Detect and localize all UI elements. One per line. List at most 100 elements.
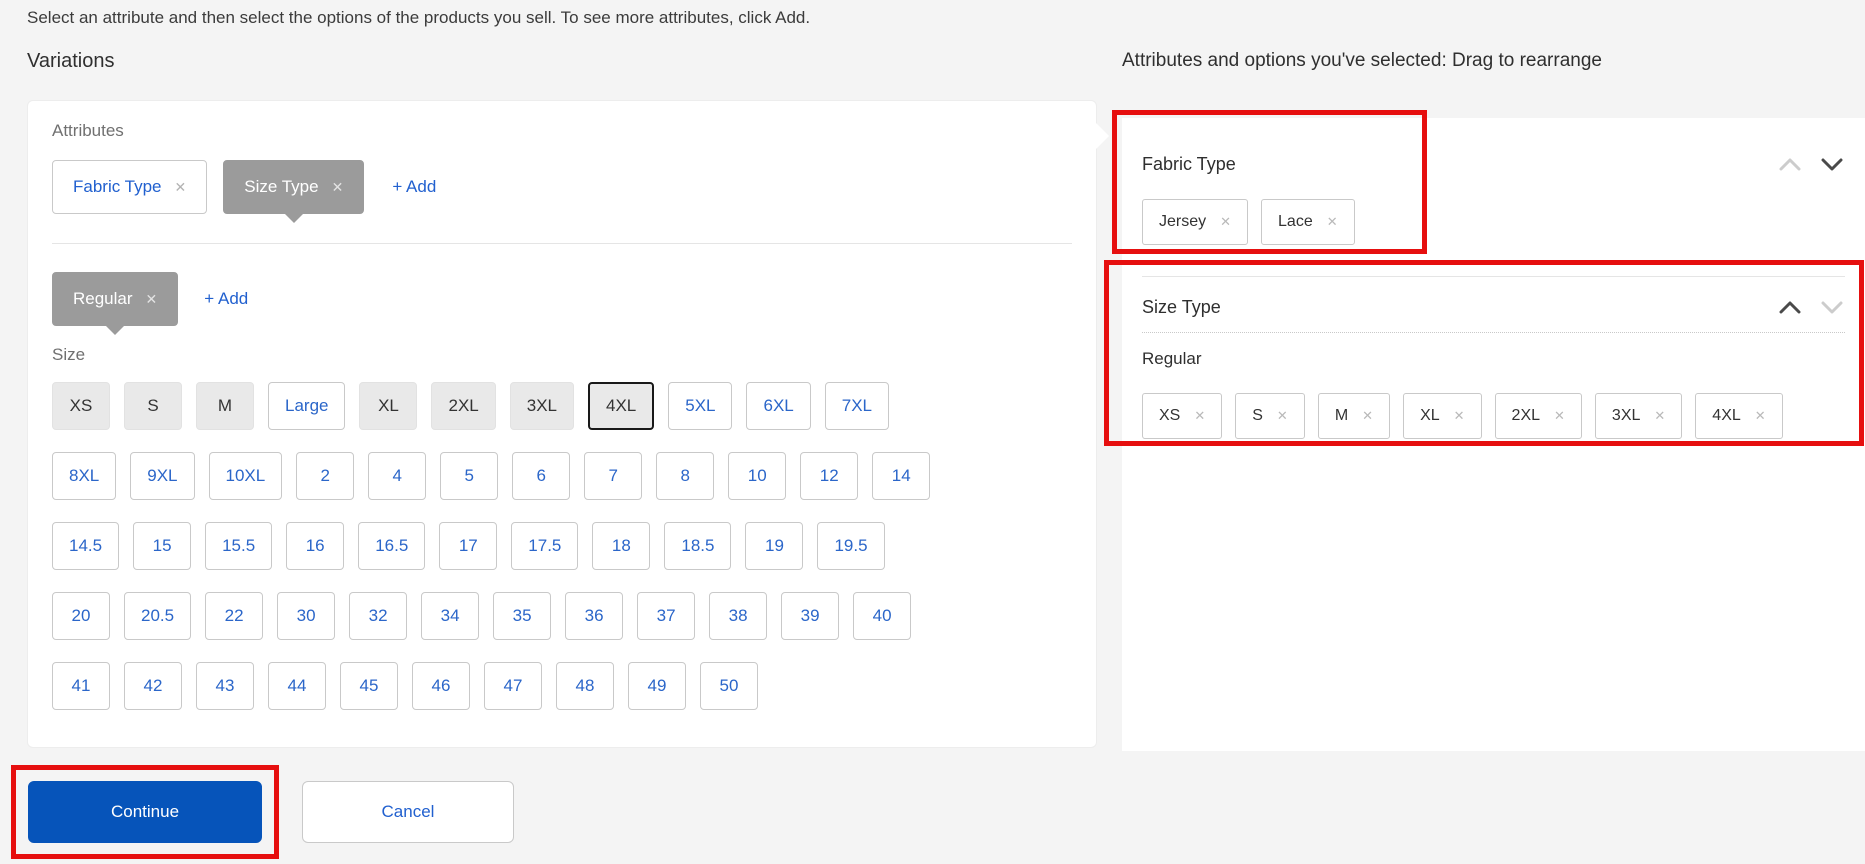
option-label: M <box>1334 407 1349 424</box>
size-row-1: XS S M Large XL 2XL 3XL 4XL 5XL 6XL 7XL <box>52 382 1072 430</box>
size-option-7[interactable]: 7 <box>584 452 643 500</box>
size-option-16[interactable]: 16 <box>286 522 345 570</box>
size-option-32[interactable]: 32 <box>349 592 408 640</box>
continue-button[interactable]: Continue <box>28 781 262 843</box>
size-option-6xl[interactable]: 6XL <box>746 382 811 430</box>
size-option-s[interactable]: S <box>124 382 182 430</box>
size-option-18.5[interactable]: 18.5 <box>664 522 732 570</box>
size-option-41[interactable]: 41 <box>52 662 110 710</box>
size-option-48[interactable]: 48 <box>556 662 614 710</box>
size-option-15[interactable]: 15 <box>133 522 192 570</box>
size-option-34[interactable]: 34 <box>421 592 480 640</box>
size-option-large[interactable]: Large <box>268 382 346 430</box>
size-option-50[interactable]: 50 <box>700 662 758 710</box>
selected-option-3xl[interactable]: 3XL ✕ <box>1594 393 1683 439</box>
option-label: 4XL <box>1712 407 1741 424</box>
size-option-15.5[interactable]: 15.5 <box>205 522 273 570</box>
size-option-19.5[interactable]: 19.5 <box>817 522 885 570</box>
size-option-37[interactable]: 37 <box>637 592 696 640</box>
option-label: 2XL <box>1511 407 1541 424</box>
section-divider <box>1142 276 1845 277</box>
remove-icon[interactable]: ✕ <box>332 179 344 196</box>
size-option-45[interactable]: 45 <box>340 662 398 710</box>
add-size-type-link[interactable]: + Add <box>204 289 248 309</box>
size-option-20[interactable]: 20 <box>52 592 110 640</box>
section-title: Size Type <box>1142 297 1221 317</box>
move-down-icon[interactable] <box>1819 298 1845 317</box>
selected-section-fabric-type: Fabric Type Jersey ✕ Lace ✕ <box>1142 154 1845 245</box>
size-option-10xl[interactable]: 10XL <box>208 452 283 500</box>
size-option-19[interactable]: 19 <box>745 522 804 570</box>
size-option-47[interactable]: 47 <box>484 662 542 710</box>
move-up-icon[interactable] <box>1777 298 1803 317</box>
size-option-2[interactable]: 2 <box>296 452 355 500</box>
size-option-6[interactable]: 6 <box>512 452 571 500</box>
remove-icon[interactable]: ✕ <box>146 291 158 308</box>
remove-icon[interactable]: ✕ <box>175 179 187 196</box>
attribute-size-type-chip[interactable]: Size Type ✕ <box>223 160 365 214</box>
size-option-xl[interactable]: XL <box>359 382 418 430</box>
size-option-43[interactable]: 43 <box>196 662 254 710</box>
size-option-xs[interactable]: XS <box>52 382 110 430</box>
remove-icon[interactable]: ✕ <box>1327 214 1338 230</box>
size-option-2xl[interactable]: 2XL <box>431 382 496 430</box>
remove-icon[interactable]: ✕ <box>1220 214 1231 230</box>
size-option-46[interactable]: 46 <box>412 662 470 710</box>
size-option-8xl[interactable]: 8XL <box>52 452 117 500</box>
variations-card: Attributes Fabric Type ✕ Size Type ✕ + Add … <box>27 100 1109 748</box>
remove-icon[interactable]: ✕ <box>1454 408 1465 424</box>
size-option-20.5[interactable]: 20.5 <box>124 592 192 640</box>
selected-option-xl[interactable]: XL ✕ <box>1403 393 1482 439</box>
attribute-fabric-type-chip[interactable]: Fabric Type ✕ <box>52 160 208 214</box>
size-option-30[interactable]: 30 <box>277 592 336 640</box>
selected-option-s[interactable]: S ✕ <box>1235 393 1305 439</box>
size-option-18[interactable]: 18 <box>592 522 651 570</box>
remove-icon[interactable]: ✕ <box>1194 408 1205 424</box>
size-type-regular-chip[interactable]: Regular ✕ <box>52 272 179 326</box>
size-option-22[interactable]: 22 <box>205 592 264 640</box>
size-option-9xl[interactable]: 9XL <box>130 452 195 500</box>
footer-actions: Continue Cancel <box>11 765 514 859</box>
add-attribute-link[interactable]: + Add <box>392 177 436 197</box>
size-option-14.5[interactable]: 14.5 <box>52 522 120 570</box>
selected-option-xs[interactable]: XS ✕ <box>1142 393 1223 439</box>
direct-options-row: Jersey ✕ Lace ✕ <box>1142 199 1845 245</box>
annotation-box-continue: Continue <box>11 765 279 859</box>
cancel-button[interactable]: Cancel <box>302 781 514 843</box>
size-option-38[interactable]: 38 <box>709 592 768 640</box>
size-option-42[interactable]: 42 <box>124 662 182 710</box>
size-option-8[interactable]: 8 <box>656 452 715 500</box>
size-option-10[interactable]: 10 <box>728 452 787 500</box>
selected-option-4xl[interactable]: 4XL ✕ <box>1695 393 1783 439</box>
size-option-39[interactable]: 39 <box>781 592 840 640</box>
remove-icon[interactable]: ✕ <box>1755 408 1766 424</box>
size-option-14[interactable]: 14 <box>872 452 931 500</box>
remove-icon[interactable]: ✕ <box>1362 408 1373 424</box>
size-option-4xl[interactable]: 4XL <box>587 382 655 430</box>
move-down-icon[interactable] <box>1819 155 1845 174</box>
size-option-5[interactable]: 5 <box>440 452 499 500</box>
size-option-44[interactable]: 44 <box>268 662 326 710</box>
move-up-icon[interactable] <box>1777 155 1803 174</box>
remove-icon[interactable]: ✕ <box>1277 408 1288 424</box>
size-option-49[interactable]: 49 <box>628 662 686 710</box>
size-option-35[interactable]: 35 <box>493 592 552 640</box>
remove-icon[interactable]: ✕ <box>1654 408 1665 424</box>
size-option-17.5[interactable]: 17.5 <box>511 522 579 570</box>
selected-option-jersey[interactable]: Jersey ✕ <box>1142 199 1249 245</box>
size-option-36[interactable]: 36 <box>565 592 624 640</box>
size-option-7xl[interactable]: 7XL <box>824 382 889 430</box>
remove-icon[interactable]: ✕ <box>1554 408 1565 424</box>
size-option-m[interactable]: M <box>196 382 254 430</box>
size-option-17[interactable]: 17 <box>439 522 498 570</box>
variations-editor-page: Select an attribute and then select the … <box>0 0 1865 864</box>
size-option-16.5[interactable]: 16.5 <box>358 522 426 570</box>
size-option-40[interactable]: 40 <box>853 592 912 640</box>
selected-option-2xl[interactable]: 2XL ✕ <box>1494 393 1582 439</box>
size-option-3xl[interactable]: 3XL <box>509 382 574 430</box>
selected-option-m[interactable]: M ✕ <box>1317 393 1391 439</box>
size-option-5xl[interactable]: 5XL <box>668 382 733 430</box>
size-option-12[interactable]: 12 <box>800 452 859 500</box>
size-option-4[interactable]: 4 <box>368 452 427 500</box>
selected-option-lace[interactable]: Lace ✕ <box>1261 199 1355 245</box>
